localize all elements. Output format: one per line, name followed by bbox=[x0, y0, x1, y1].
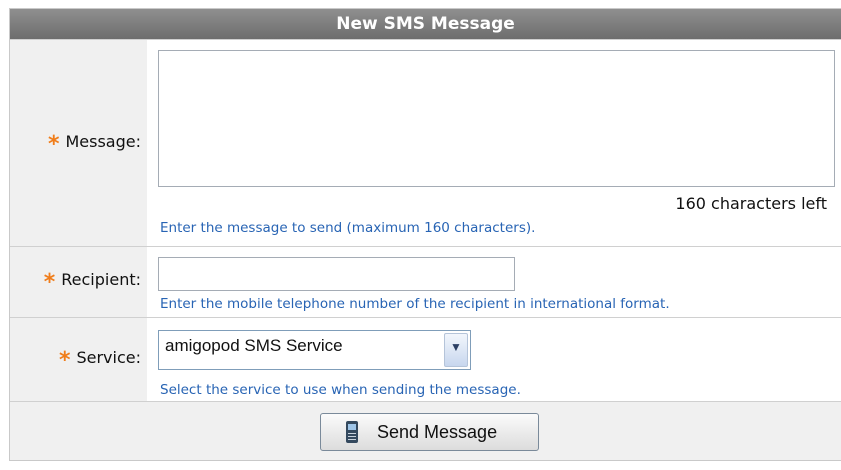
recipient-input[interactable] bbox=[158, 257, 515, 291]
send-message-button[interactable]: Send Message bbox=[320, 413, 539, 451]
mobile-phone-icon bbox=[346, 421, 358, 443]
service-label-cell: * Service: bbox=[10, 318, 147, 405]
service-dropdown-button[interactable]: ▼ bbox=[444, 333, 468, 367]
message-hint: Enter the message to send (maximum 160 c… bbox=[160, 220, 536, 236]
service-hint: Select the service to use when sending t… bbox=[160, 382, 521, 398]
form-footer: Send Message bbox=[10, 401, 841, 460]
message-value-cell: 160 characters left Enter the message to… bbox=[148, 40, 841, 247]
service-label: Service: bbox=[76, 348, 141, 367]
recipient-label: Recipient: bbox=[61, 270, 141, 289]
message-label-cell: * Message: bbox=[10, 40, 147, 247]
recipient-hint: Enter the mobile telephone number of the… bbox=[160, 296, 670, 312]
message-row: * Message: 160 characters left Enter the … bbox=[10, 39, 841, 247]
recipient-row: * Recipient: Enter the mobile telephone n… bbox=[10, 246, 841, 318]
send-message-label: Send Message bbox=[377, 422, 498, 442]
required-star: * bbox=[47, 132, 60, 157]
recipient-value-cell: Enter the mobile telephone number of the… bbox=[148, 247, 841, 318]
characters-left-counter: 160 characters left bbox=[675, 194, 827, 213]
required-star: * bbox=[58, 348, 71, 373]
service-selected-value: amigopod SMS Service bbox=[165, 336, 343, 355]
recipient-label-cell: * Recipient: bbox=[10, 247, 147, 318]
form-title: New SMS Message bbox=[10, 9, 841, 39]
sms-form-panel: New SMS Message * Message: 160 characters… bbox=[9, 8, 841, 461]
service-select[interactable]: amigopod SMS Service ▼ bbox=[158, 330, 471, 370]
chevron-down-icon: ▼ bbox=[450, 340, 462, 354]
required-star: * bbox=[43, 270, 56, 295]
message-textarea[interactable] bbox=[158, 50, 835, 187]
service-row: * Service: amigopod SMS Service ▼ Select … bbox=[10, 317, 841, 405]
message-label: Message: bbox=[65, 132, 141, 151]
service-value-cell: amigopod SMS Service ▼ Select the servic… bbox=[148, 318, 841, 405]
